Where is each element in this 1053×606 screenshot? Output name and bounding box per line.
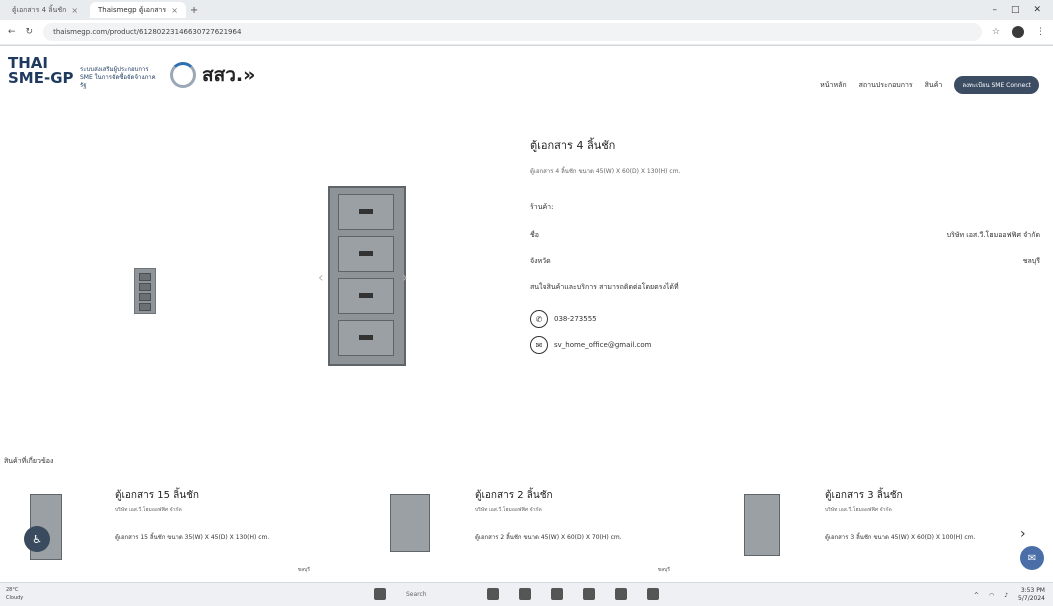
start-icon[interactable]	[374, 588, 386, 600]
profile-icon[interactable]	[1012, 26, 1024, 38]
product-title: ตู้เอกสาร 4 ลิ้นชัก	[530, 139, 616, 152]
product-main-image	[328, 186, 406, 366]
related-title: ตู้เอกสาร 2 ลิ้นชัก	[475, 490, 553, 501]
taskbar: 28°C Cloudy Search ^ ◠ ♪ 3:53 PM 5/7/202…	[0, 582, 1053, 606]
related-description: ตู้เอกสาร 2 ลิ้นชัก ขนาด 45(W) X 60(D) X…	[475, 534, 622, 541]
product-info: ตู้เอกสาร 4 ลิ้นชัก ตู้เอกสาร 4 ลิ้นชัก …	[530, 136, 1040, 354]
agency-logo: สสว.»	[170, 60, 255, 90]
chrome-icon[interactable]	[646, 588, 659, 600]
weather-temp: 28°C	[6, 587, 19, 593]
volume-icon[interactable]: ♪	[1004, 592, 1008, 599]
browser-tab-1[interactable]: ตู้เอกสาร 4 ลิ้นชัก ×	[4, 2, 86, 18]
related-title: ตู้เอกสาร 3 ลิ้นชัก	[825, 490, 903, 501]
browser-chrome: ตู้เอกสาร 4 ลิ้นชัก × Thaismegp ตู้เอกสา…	[0, 0, 1053, 46]
related-description: ตู้เอกสาร 3 ลิ้นชัก ขนาด 45(W) X 60(D) X…	[825, 534, 976, 541]
phone-icon: ✆	[530, 310, 548, 328]
related-shop: บริษัท เอส.วี.โฮมออฟฟิศ จำกัด	[115, 507, 182, 513]
store-icon[interactable]	[550, 588, 563, 600]
address-bar-row: ← ↻ thaismegp.com/product/61280223146630…	[0, 20, 1053, 44]
close-icon[interactable]: ×	[71, 6, 78, 15]
menu-icon[interactable]: ⋮	[1036, 27, 1045, 37]
back-icon[interactable]: ←	[8, 27, 16, 37]
agency-emblem-icon	[170, 62, 196, 88]
url-text: thaismegp.com/product/612802231466307276…	[53, 28, 242, 36]
email-address: sv_home_office@gmail.com	[554, 341, 652, 349]
product-description: ตู้เอกสาร 4 ลิ้นชัก ขนาด 45(W) X 60(D) X…	[530, 168, 681, 175]
agency-name: สสว.»	[202, 64, 256, 86]
file-explorer-icon[interactable]	[486, 588, 499, 600]
close-window-icon[interactable]: ✕	[1033, 5, 1041, 15]
tab-label: ตู้เอกสาร 4 ลิ้นชัก	[12, 5, 67, 14]
clock-time: 3:53 PM	[1020, 587, 1045, 594]
star-icon[interactable]: ☆	[992, 27, 1000, 37]
clock-date: 5/7/2024	[1018, 595, 1045, 602]
maximize-icon[interactable]: □	[1011, 5, 1020, 15]
site-header: THAI SME-GP ระบบส่งเสริมผู้ประกอบการ SME…	[0, 46, 1053, 110]
tab-label: Thaismegp ตู้เอกสาร	[98, 5, 167, 14]
minimize-icon[interactable]: –	[992, 5, 997, 15]
carousel-next-icon[interactable]: ›	[1020, 526, 1026, 542]
related-shop: บริษัท เอส.วี.โฮมออฟฟิศ จำกัด	[475, 507, 542, 513]
related-image	[390, 494, 430, 552]
related-province: ชลบุรี	[297, 567, 310, 573]
related-section-title: สินค้าที่เกี่ยวข้อง	[4, 457, 54, 465]
next-image-icon[interactable]: ›	[402, 270, 408, 286]
window-controls: – □ ✕	[992, 5, 1053, 15]
url-field[interactable]: thaismegp.com/product/612802231466307276…	[43, 23, 982, 41]
shop-label: ร้านค้า:	[530, 203, 554, 211]
logo-line2: SME-GP	[8, 69, 74, 87]
related-card-1[interactable]: ตู้เอกสาร 15 ลิ้นชัก บริษัท เอส.วี.โฮมออ…	[20, 484, 350, 584]
nav-companies[interactable]: สถานประกอบการ	[859, 80, 913, 91]
province-label: จังหวัด	[530, 257, 551, 265]
weather-widget[interactable]: 28°C Cloudy	[6, 586, 23, 602]
province-value: ชลบุรี	[1022, 257, 1040, 265]
nav-home[interactable]: หน้าหลัก	[820, 80, 846, 91]
related-shop: บริษัท เอส.วี.โฮมออฟฟิศ จำกัด	[825, 507, 892, 513]
email-row[interactable]: ✉ sv_home_office@gmail.com	[530, 336, 651, 354]
related-description: ตู้เอกสาร 15 ลิ้นชัก ขนาด 35(W) X 45(D) …	[115, 534, 270, 541]
email-icon: ✉	[530, 336, 548, 354]
search-box[interactable]: Search	[406, 591, 427, 598]
register-button[interactable]: ลงทะเบียน SME Connect	[954, 76, 1039, 94]
product-thumbnail[interactable]	[134, 268, 156, 314]
new-tab-icon[interactable]: +	[190, 5, 198, 16]
nav-products[interactable]: สินค้า	[925, 80, 943, 91]
system-tray: ^ ◠ ♪ 3:53 PM 5/7/2024	[974, 587, 1045, 603]
close-icon[interactable]: ×	[171, 6, 178, 15]
accessibility-icon[interactable]: ♿	[24, 526, 50, 552]
related-title: ตู้เอกสาร 15 ลิ้นชัก	[115, 490, 199, 501]
chat-icon[interactable]: ✉	[1020, 546, 1044, 570]
taskbar-apps: Search	[374, 588, 659, 600]
phone-row[interactable]: ✆ 038-273555	[530, 310, 597, 328]
related-card-3[interactable]: ตู้เอกสาร 3 ลิ้นชัก บริษัท เอส.วี.โฮมออฟ…	[730, 484, 1053, 584]
chevron-up-icon[interactable]: ^	[974, 592, 979, 599]
mail-icon[interactable]	[582, 588, 595, 600]
weather-text: Cloudy	[6, 595, 24, 601]
contact-prompt: สนใจสินค้าและบริการ สามารถติดต่อโดยตรงได…	[530, 283, 679, 291]
logo-subtitle: ระบบส่งเสริมผู้ประกอบการ SME ในการจัดซื้…	[80, 66, 156, 89]
related-image	[744, 494, 780, 556]
main-nav: หน้าหลัก สถานประกอบการ สินค้า ลงทะเบียน …	[820, 76, 1039, 94]
related-province: ชลบุรี	[657, 567, 670, 573]
related-card-2[interactable]: ตู้เอกสาร 2 ลิ้นชัก บริษัท เอส.วี.โฮมออฟ…	[380, 484, 710, 584]
wifi-icon[interactable]: ◠	[989, 592, 994, 599]
photos-icon[interactable]	[614, 588, 627, 600]
reload-icon[interactable]: ↻	[26, 27, 34, 37]
tab-bar: ตู้เอกสาร 4 ลิ้นชัก × Thaismegp ตู้เอกสา…	[0, 0, 1053, 20]
name-label: ชื่อ	[530, 231, 539, 239]
clock[interactable]: 3:53 PM 5/7/2024	[1018, 587, 1045, 603]
browser-tab-2[interactable]: Thaismegp ตู้เอกสาร ×	[90, 2, 186, 18]
logo[interactable]: THAI SME-GP	[8, 56, 74, 86]
edge-icon[interactable]	[518, 588, 531, 600]
phone-number: 038-273555	[554, 315, 597, 323]
shop-name[interactable]: บริษัท เอส.วี.โฮมออฟฟิศ จำกัด	[947, 230, 1040, 241]
prev-image-icon[interactable]: ‹	[318, 270, 324, 286]
